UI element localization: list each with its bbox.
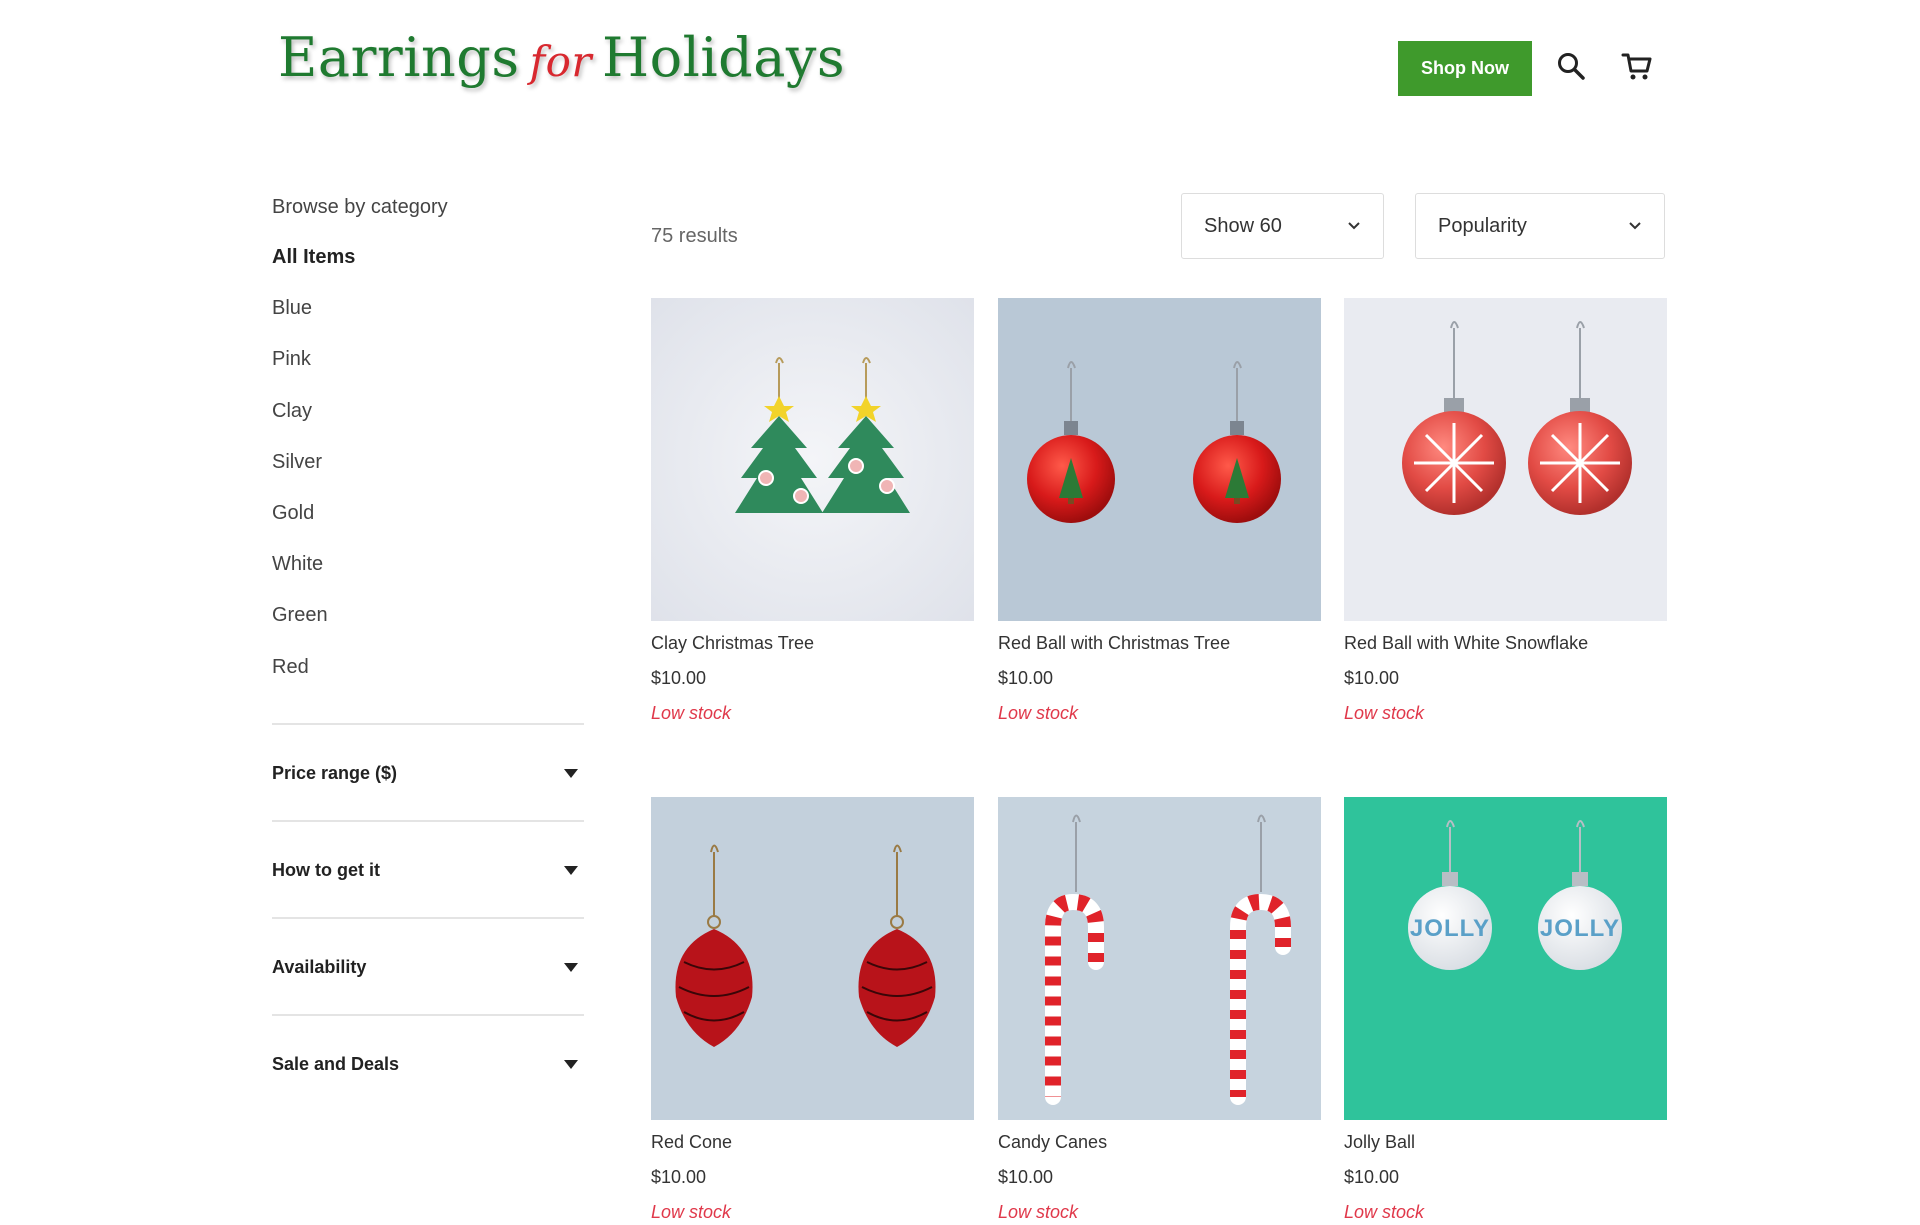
product-price: $10.00 bbox=[1344, 1167, 1400, 1187]
product-price: $10.00 bbox=[998, 1167, 1054, 1187]
filter-price-range: Price range ($) bbox=[272, 722, 584, 820]
caret-down-icon bbox=[564, 769, 578, 779]
category-red[interactable]: Red bbox=[272, 642, 584, 693]
product-name[interactable]: Red Cone bbox=[651, 1130, 974, 1154]
show-per-page-select[interactable]: Show 60 bbox=[1181, 193, 1384, 259]
cart-icon[interactable] bbox=[1617, 46, 1657, 86]
filter-price-range-toggle[interactable]: Price range ($) bbox=[272, 759, 584, 789]
product-card[interactable]: Red Ball with White Snowflake $10.00 Low… bbox=[1344, 298, 1667, 725]
product-image[interactable] bbox=[998, 298, 1321, 621]
filter-availability-toggle[interactable]: Availability bbox=[272, 953, 584, 983]
caret-down-icon bbox=[564, 963, 578, 973]
category-pink[interactable]: Pink bbox=[272, 334, 584, 385]
caret-down-icon bbox=[564, 866, 578, 876]
product-card[interactable]: Clay Christmas Tree $10.00 Low stock bbox=[651, 298, 974, 725]
category-clay[interactable]: Clay bbox=[272, 386, 584, 437]
stock-status: Low stock bbox=[651, 703, 732, 723]
category-gold[interactable]: Gold bbox=[272, 488, 584, 539]
filter-label: How to get it bbox=[272, 860, 380, 881]
category-list: All Items Blue Pink Clay Silver Gold Whi… bbox=[272, 232, 584, 693]
stock-status: Low stock bbox=[1344, 1202, 1425, 1222]
product-price: $10.00 bbox=[1344, 668, 1400, 688]
filter-sale-and-deals-toggle[interactable]: Sale and Deals bbox=[272, 1050, 584, 1080]
chevron-down-icon bbox=[1629, 222, 1641, 230]
stock-status: Low stock bbox=[998, 703, 1079, 723]
product-name[interactable]: Red Ball with Christmas Tree bbox=[998, 631, 1321, 655]
sort-by-select[interactable]: Popularity bbox=[1415, 193, 1665, 259]
product-name[interactable]: Candy Canes bbox=[998, 1130, 1321, 1154]
filter-label: Availability bbox=[272, 957, 367, 978]
chevron-down-icon bbox=[1348, 222, 1360, 230]
category-green[interactable]: Green bbox=[272, 590, 584, 641]
product-name[interactable]: Red Ball with White Snowflake bbox=[1344, 631, 1667, 655]
results-count: 75 results bbox=[651, 225, 738, 247]
filter-sale-and-deals: Sale and Deals bbox=[272, 1013, 584, 1111]
browse-by-category-heading: Browse by category bbox=[272, 196, 448, 218]
site-logo[interactable]: Earrings for Holidays bbox=[278, 26, 845, 89]
filter-how-to-get-it-toggle[interactable]: How to get it bbox=[272, 856, 584, 886]
category-silver[interactable]: Silver bbox=[272, 437, 584, 488]
product-price: $10.00 bbox=[651, 1167, 707, 1187]
filter-how-to-get-it: How to get it bbox=[272, 819, 584, 917]
stock-status: Low stock bbox=[651, 1202, 732, 1222]
filter-label: Sale and Deals bbox=[272, 1054, 400, 1075]
stock-status: Low stock bbox=[998, 1202, 1079, 1222]
product-image[interactable] bbox=[998, 797, 1321, 1120]
caret-down-icon bbox=[564, 1060, 578, 1070]
product-card[interactable]: Candy Canes $10.00 Low stock bbox=[998, 797, 1321, 1224]
category-blue[interactable]: Blue bbox=[272, 283, 584, 334]
product-card[interactable]: JOLLY JOLLY Jolly Ball $10.00 Low stock bbox=[1344, 797, 1667, 1224]
product-image[interactable] bbox=[1344, 298, 1667, 621]
product-name[interactable]: Jolly Ball bbox=[1344, 1130, 1667, 1154]
stock-status: Low stock bbox=[1344, 703, 1425, 723]
product-card[interactable]: Red Ball with Christmas Tree $10.00 Low … bbox=[998, 298, 1321, 725]
filter-label: Price range ($) bbox=[272, 763, 398, 784]
show-per-page-value: Show 60 bbox=[1204, 214, 1282, 237]
ornament-text: JOLLY bbox=[1410, 915, 1490, 942]
logo-word-holidays: Holidays bbox=[602, 26, 846, 89]
product-price: $10.00 bbox=[998, 668, 1054, 688]
product-image[interactable]: JOLLY JOLLY bbox=[1344, 797, 1667, 1120]
category-white[interactable]: White bbox=[272, 539, 584, 590]
sort-by-value: Popularity bbox=[1438, 214, 1527, 237]
shop-now-button[interactable]: Shop Now bbox=[1398, 41, 1532, 96]
product-price: $10.00 bbox=[651, 668, 707, 688]
logo-word-earrings: Earrings bbox=[278, 26, 520, 89]
search-icon[interactable] bbox=[1551, 46, 1591, 86]
category-all-items[interactable]: All Items bbox=[272, 232, 584, 283]
filter-availability: Availability bbox=[272, 916, 584, 1014]
product-card[interactable]: Red Cone $10.00 Low stock bbox=[651, 797, 974, 1224]
logo-word-for: for bbox=[529, 37, 592, 86]
product-image[interactable] bbox=[651, 797, 974, 1120]
product-image[interactable] bbox=[651, 298, 974, 621]
ornament-text: JOLLY bbox=[1540, 915, 1620, 942]
category-sidebar: Browse by category All Items Blue Pink C… bbox=[272, 190, 584, 1111]
product-name[interactable]: Clay Christmas Tree bbox=[651, 631, 974, 655]
